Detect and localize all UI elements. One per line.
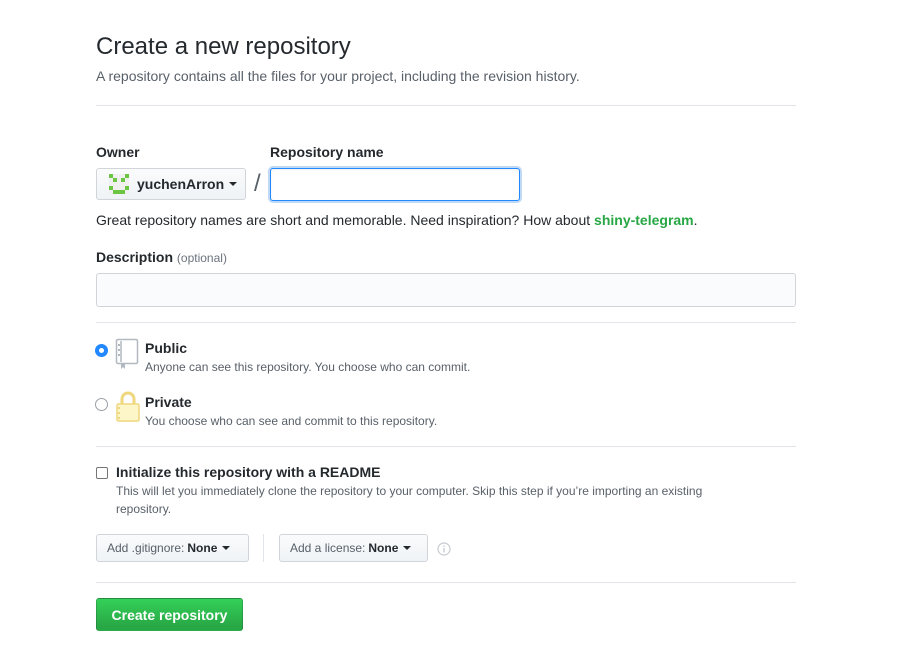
license-select-button[interactable]: Add a license: None <box>279 534 428 562</box>
private-option-note: You choose who can see and commit to thi… <box>145 414 438 428</box>
description-input[interactable] <box>96 273 796 307</box>
caret-down-icon <box>222 546 231 550</box>
create-repository-button[interactable]: Create repository <box>96 598 243 631</box>
readme-option-title[interactable]: Initialize this repository with a README <box>116 464 380 480</box>
info-icon[interactable] <box>437 542 451 556</box>
optional-note: (optional) <box>176 251 227 265</box>
readme-checkbox[interactable] <box>96 467 108 479</box>
repo-book-icon <box>115 338 139 370</box>
divider <box>96 582 796 583</box>
vertical-divider <box>263 534 264 562</box>
divider <box>96 105 796 106</box>
readme-note-line-2: repository. <box>116 502 172 516</box>
private-option-title[interactable]: Private <box>145 394 192 410</box>
gitignore-select-button[interactable]: Add .gitignore: None <box>96 534 249 562</box>
page-subtitle: A repository contains all the files for … <box>96 68 580 84</box>
divider <box>96 322 796 323</box>
public-option-note: Anyone can see this repository. You choo… <box>145 360 471 374</box>
description-label-text: Description <box>96 249 174 265</box>
repository-name-input[interactable] <box>270 168 520 201</box>
owner-repo-separator: / <box>254 170 261 197</box>
hint-period: . <box>693 212 698 228</box>
caret-down-icon <box>403 546 412 550</box>
new-repository-page: Create a new repository A repository con… <box>0 0 922 657</box>
owner-select-button[interactable]: yuchenArron <box>96 168 246 200</box>
license-label: Add a license: <box>290 541 366 555</box>
public-option-title[interactable]: Public <box>145 340 187 356</box>
description-label: Description (optional) <box>96 249 227 265</box>
name-suggestion-link[interactable]: shiny-telegram <box>594 212 694 228</box>
readme-note-line-1: This will let you immediately clone the … <box>116 484 703 498</box>
owner-label: Owner <box>96 144 140 160</box>
divider <box>96 446 796 447</box>
public-radio[interactable] <box>95 344 108 357</box>
repository-name-label: Repository name <box>270 144 384 160</box>
lock-icon <box>115 390 141 422</box>
caret-down-icon <box>229 182 238 186</box>
repository-name-hint: Great repository names are short and mem… <box>96 212 698 228</box>
license-value: None <box>368 541 399 555</box>
identicon-avatar <box>109 174 129 194</box>
hint-text: Great repository names are short and mem… <box>96 212 595 228</box>
owner-name: yuchenArron <box>137 176 225 192</box>
private-radio[interactable] <box>95 398 108 411</box>
gitignore-value: None <box>187 541 218 555</box>
page-title: Create a new repository <box>96 33 351 60</box>
gitignore-label: Add .gitignore: <box>107 541 185 555</box>
